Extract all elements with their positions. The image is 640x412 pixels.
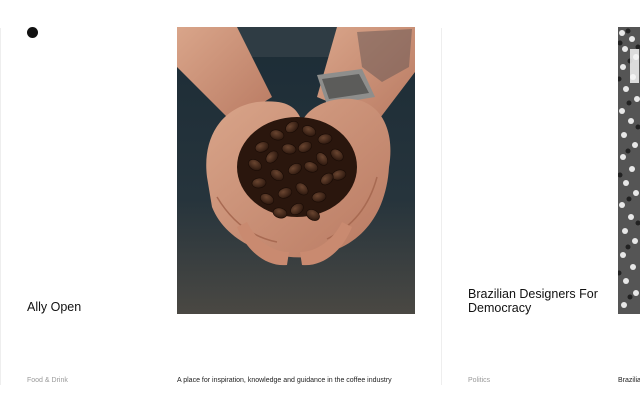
project-title-line-2[interactable]: Democracy — [468, 301, 531, 316]
project-title-line-1[interactable]: Brazilian Designers For — [468, 287, 598, 302]
project-category: Food & Drink — [27, 377, 68, 384]
project-carousel: Ally Open Food & Drink A place for inspi… — [0, 0, 640, 412]
coffee-beans-hands-photo[interactable] — [177, 27, 415, 314]
project-title[interactable]: Ally Open — [27, 300, 81, 315]
crowd-photo-illustration — [618, 27, 640, 314]
project-category: Politics — [468, 377, 491, 384]
project-card-brazilian-designers[interactable]: Brazilian Designers For Democracy Politi… — [441, 0, 640, 412]
project-description: Brazilia — [618, 377, 640, 384]
project-card-ally-open[interactable]: Ally Open Food & Drink A place for inspi… — [0, 0, 441, 412]
project-description: A place for inspiration, knowledge and g… — [177, 377, 392, 384]
protest-crowd-photo[interactable] — [618, 27, 640, 314]
coffee-photo-illustration — [177, 27, 415, 314]
